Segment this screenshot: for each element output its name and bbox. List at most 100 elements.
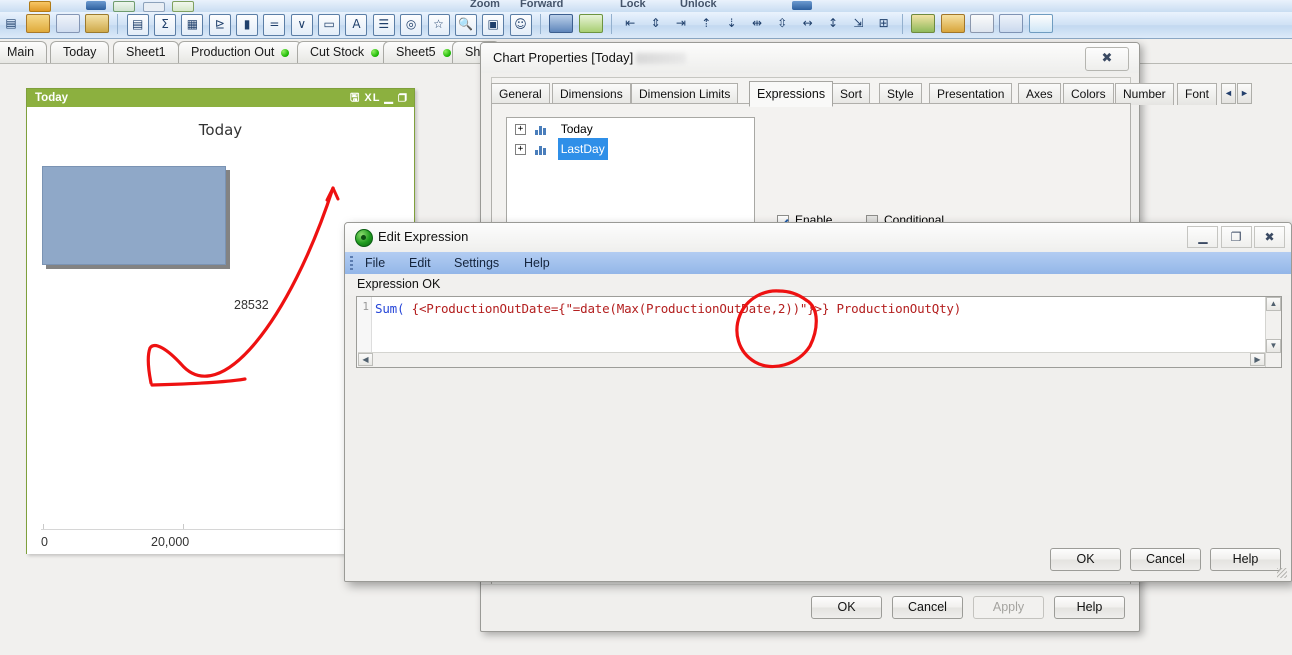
align-top-icon[interactable]: ⇡ <box>696 14 716 34</box>
align-right-icon[interactable]: ⇥ <box>671 14 691 34</box>
promote-icon[interactable] <box>911 14 936 33</box>
chart-properties-cancel-button[interactable]: Cancel <box>892 596 963 619</box>
design-grid-toggle-icon[interactable]: ▤ <box>1 14 21 34</box>
toolbar-ghost-forward[interactable]: Forward <box>520 0 563 10</box>
export-image-icon[interactable] <box>85 14 110 33</box>
copy-icon[interactable] <box>172 1 195 12</box>
list-box-icon[interactable]: ▤ <box>126 14 149 36</box>
edit-expression-ok-button[interactable]: OK <box>1050 548 1121 571</box>
tab-dimensions[interactable]: Dimensions <box>552 83 631 105</box>
maximize-icon[interactable]: ❒ <box>398 92 408 104</box>
menu-settings[interactable]: Settings <box>447 255 506 272</box>
reload-icon[interactable] <box>59 0 79 11</box>
expand-icon[interactable]: + <box>515 123 526 135</box>
tab-presentation[interactable]: Presentation <box>929 83 1013 105</box>
edit-expression-dialog[interactable]: Edit Expression ▁ ❐ ✖ File Edit Settings… <box>344 222 1292 582</box>
undo-arrow-icon[interactable] <box>201 0 221 11</box>
send-to-excel-icon[interactable] <box>113 1 136 12</box>
minimize-icon[interactable]: ▁ <box>1187 226 1219 248</box>
sheet-tab-today[interactable]: Today <box>50 41 110 63</box>
bar-chart-small-icon[interactable] <box>792 1 812 10</box>
properties-icon[interactable] <box>940 14 965 33</box>
redo-arrow-icon[interactable] <box>229 0 249 11</box>
chart-properties-titlebar[interactable]: Chart Properties [Today] ✖ <box>481 43 1139 73</box>
search-icon[interactable] <box>256 0 276 11</box>
tab-dimension-limits[interactable]: Dimension Limits <box>631 83 739 105</box>
menu-file[interactable]: File <box>358 255 392 272</box>
toolbar-ghost-lock[interactable]: Lock <box>620 0 646 10</box>
tab-general[interactable]: General <box>491 83 550 105</box>
toolbar-ghost-zoom[interactable]: Zoom <box>470 0 500 10</box>
edit-expression-menubar[interactable]: File Edit Settings Help <box>345 252 1291 274</box>
chart-caption-controls[interactable]: 🖫 XL ▁ ❒ <box>350 89 408 107</box>
menu-edit[interactable]: Edit <box>402 255 438 272</box>
same-height-icon[interactable]: ↕ <box>823 14 843 34</box>
tab-font[interactable]: Font <box>1177 83 1218 105</box>
scroll-up-icon[interactable]: ▲ <box>1266 297 1281 311</box>
expression-node-today[interactable]: + Today <box>507 118 754 138</box>
edit-module-icon[interactable] <box>970 14 995 33</box>
tab-number[interactable]: Number <box>1115 83 1174 105</box>
align-bottom-icon[interactable]: ⇣ <box>722 14 742 34</box>
save-sheet-icon[interactable] <box>55 14 80 33</box>
expand-icon[interactable]: + <box>515 143 526 155</box>
bookmark-icon[interactable]: ☆ <box>427 14 450 36</box>
publish-icon[interactable] <box>1028 14 1053 33</box>
tabstrip-scroll-right-icon[interactable]: ► <box>1237 83 1252 104</box>
paintbrush-icon[interactable] <box>578 14 603 33</box>
print-icon[interactable]: 🖫 <box>350 92 360 104</box>
edit-expression-cancel-button[interactable]: Cancel <box>1130 548 1201 571</box>
align-center-h-icon[interactable]: ⇕ <box>646 14 666 34</box>
distribute-vertically-icon[interactable]: ⇳ <box>772 14 792 34</box>
statistics-box-icon[interactable]: Σ <box>154 14 177 36</box>
scroll-left-icon[interactable]: ◀ <box>358 353 373 366</box>
scroll-down-icon[interactable]: ▼ <box>1266 339 1281 353</box>
chart-icon[interactable] <box>86 1 107 10</box>
tab-expressions[interactable]: Expressions <box>749 81 834 107</box>
export-xl-icon[interactable]: XL <box>364 92 380 104</box>
close-icon[interactable]: ✖ <box>1085 47 1129 71</box>
tab-axes[interactable]: Axes <box>1018 83 1061 105</box>
open-folder-icon[interactable] <box>29 1 52 12</box>
expression-node-lastday[interactable]: + LastDay <box>507 138 754 160</box>
expression-editor[interactable]: 1 Sum( {<ProductionOutDate={"=date(Max(P… <box>356 296 1282 368</box>
new-document-icon[interactable] <box>2 0 22 11</box>
menu-help[interactable]: Help <box>517 255 557 272</box>
container-object-icon[interactable]: ▣ <box>482 14 505 36</box>
editor-vertical-scrollbar[interactable]: ▲ ▼ <box>1265 297 1281 367</box>
sheet-tab-production-out[interactable]: Production Out <box>178 41 303 63</box>
toolbar-ghost-unlock[interactable]: Unlock <box>680 0 717 10</box>
menubar-grip[interactable] <box>350 256 353 270</box>
tabstrip-scroll-left-icon[interactable]: ◄ <box>1221 83 1236 104</box>
line-arrow-object-icon[interactable]: ☰ <box>372 14 395 36</box>
group-objects-icon[interactable]: ⊞ <box>874 14 894 34</box>
tab-style[interactable]: Style <box>879 83 922 105</box>
open-sheet-icon[interactable] <box>26 14 51 33</box>
sheet-tab-main[interactable]: Main <box>0 41 48 63</box>
resize-grip[interactable] <box>1277 568 1287 578</box>
scroll-right-icon[interactable]: ▶ <box>1250 353 1265 366</box>
link-objects-icon[interactable] <box>999 14 1024 33</box>
chart-properties-help-button[interactable]: Help <box>1054 596 1125 619</box>
editor-horizontal-scrollbar[interactable]: ◀ ▶ <box>358 352 1265 367</box>
sheet-tab-cut-stock[interactable]: Cut Stock <box>297 41 393 63</box>
multi-box-icon[interactable]: ∨ <box>290 14 313 36</box>
text-object-icon[interactable]: A <box>345 14 368 36</box>
restore-icon[interactable]: ❐ <box>1220 226 1252 248</box>
design-toolbar-icon[interactable] <box>549 14 574 33</box>
search-object-icon[interactable]: 🔍 <box>454 14 477 36</box>
chart-properties-ok-button[interactable]: OK <box>811 596 882 619</box>
statistics-icon[interactable] <box>762 0 782 11</box>
print-icon[interactable] <box>142 2 165 12</box>
table-box-icon[interactable]: ▦ <box>181 14 204 36</box>
window-controls[interactable]: ▁ ❐ ✖ <box>1187 226 1285 248</box>
sheet-tab-sheet1[interactable]: Sheet1 <box>113 41 179 63</box>
close-icon[interactable]: ✖ <box>1254 226 1285 248</box>
bar-today[interactable] <box>42 166 226 265</box>
button-object-icon[interactable]: ▭ <box>318 14 341 36</box>
edit-expression-titlebar[interactable]: Edit Expression ▁ ❐ ✖ <box>345 223 1291 252</box>
bar-chart-icon[interactable]: ▮ <box>236 14 259 36</box>
same-width-icon[interactable]: ↔ <box>798 14 818 34</box>
pivot-table-icon[interactable]: ⊵ <box>208 14 231 36</box>
align-left-icon[interactable]: ⇤ <box>620 14 640 34</box>
